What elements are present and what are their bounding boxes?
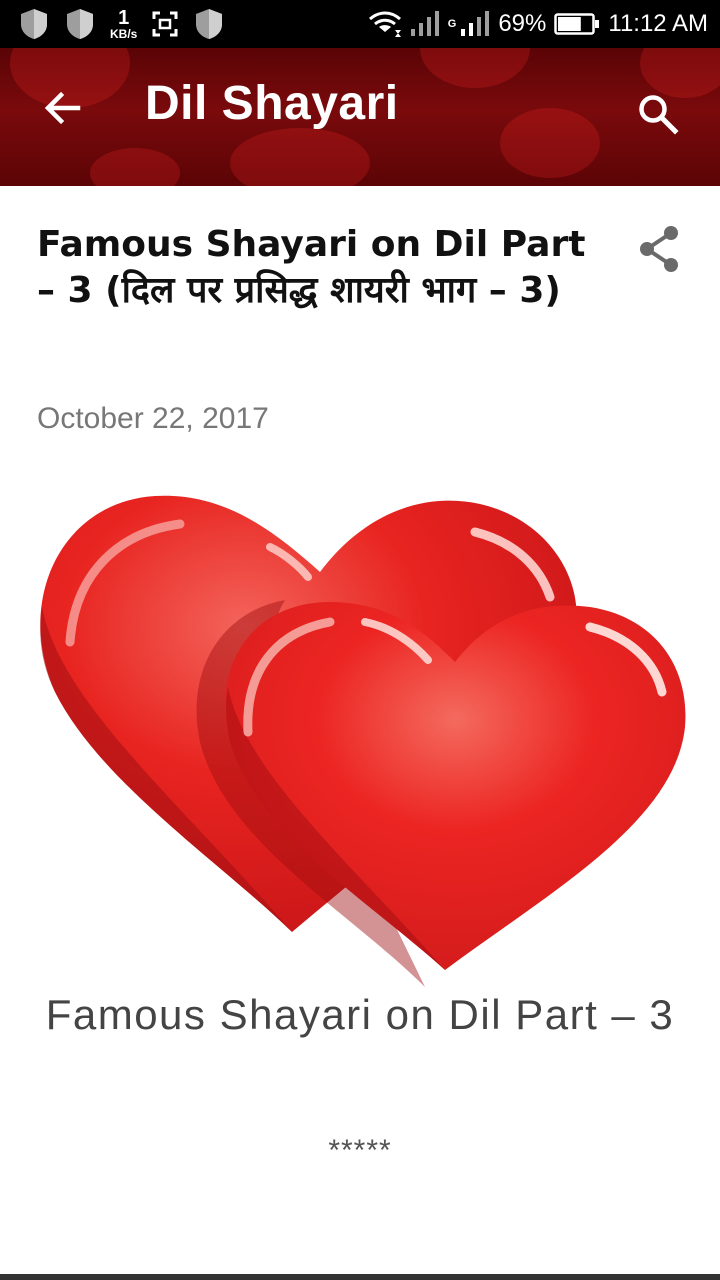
- battery-fill: [558, 17, 582, 31]
- two-hearts-image: [40, 495, 686, 987]
- network-speed-value: 1: [118, 7, 130, 29]
- screen: 1 KB/s G 69% 11:12 AM Dil Shayari Famous…: [0, 0, 720, 1280]
- share-icon: [640, 226, 678, 272]
- status-bar: 1 KB/s G 69% 11:12 AM: [0, 0, 720, 48]
- post-caption: Famous Shayari on Dil Part – 3: [45, 991, 675, 1038]
- shield-icon: [196, 9, 223, 39]
- battery-icon: [554, 13, 600, 35]
- battery-percent: 69%: [498, 10, 547, 37]
- post-date: October 22, 2017: [37, 402, 269, 435]
- search-icon: [639, 95, 679, 135]
- app-title: Dil Shayari: [145, 77, 399, 130]
- clock: 11:12 AM: [608, 10, 708, 37]
- signal-icon: [461, 11, 490, 36]
- network-speed: 1 KB/s: [110, 8, 137, 40]
- network-speed-unit: KB/s: [110, 27, 138, 41]
- post-title: Famous Shayari on Dil Part – 3 (दिल पर प…: [37, 224, 586, 311]
- navigation-bar-edge: [0, 1274, 720, 1280]
- background-heart-decoration: [90, 148, 180, 186]
- background-heart-decoration: [420, 48, 530, 88]
- network-type-label: G: [447, 18, 457, 30]
- post-content: Famous Shayari on Dil Part – 3 (दिल पर प…: [0, 186, 720, 1162]
- status-right-icons: G 69% 11:12 AM: [368, 0, 708, 48]
- search-button[interactable]: [632, 88, 684, 140]
- background-heart-decoration: [500, 108, 600, 178]
- shield-icon: [21, 9, 47, 39]
- signal-icon: [410, 11, 439, 36]
- app-bar: Dil Shayari: [0, 48, 720, 186]
- screenshot-icon: [152, 11, 178, 37]
- wifi-icon: [368, 11, 401, 37]
- bottom-blank-area: [0, 1162, 720, 1274]
- separator-stars: *****: [328, 1134, 392, 1162]
- share-button[interactable]: [632, 222, 686, 276]
- background-heart-decoration: [230, 128, 370, 186]
- back-button[interactable]: [38, 84, 86, 132]
- status-left-icons: 1 KB/s: [18, 0, 225, 48]
- arrow-back-icon: [44, 91, 81, 125]
- shield-icon: [67, 9, 93, 39]
